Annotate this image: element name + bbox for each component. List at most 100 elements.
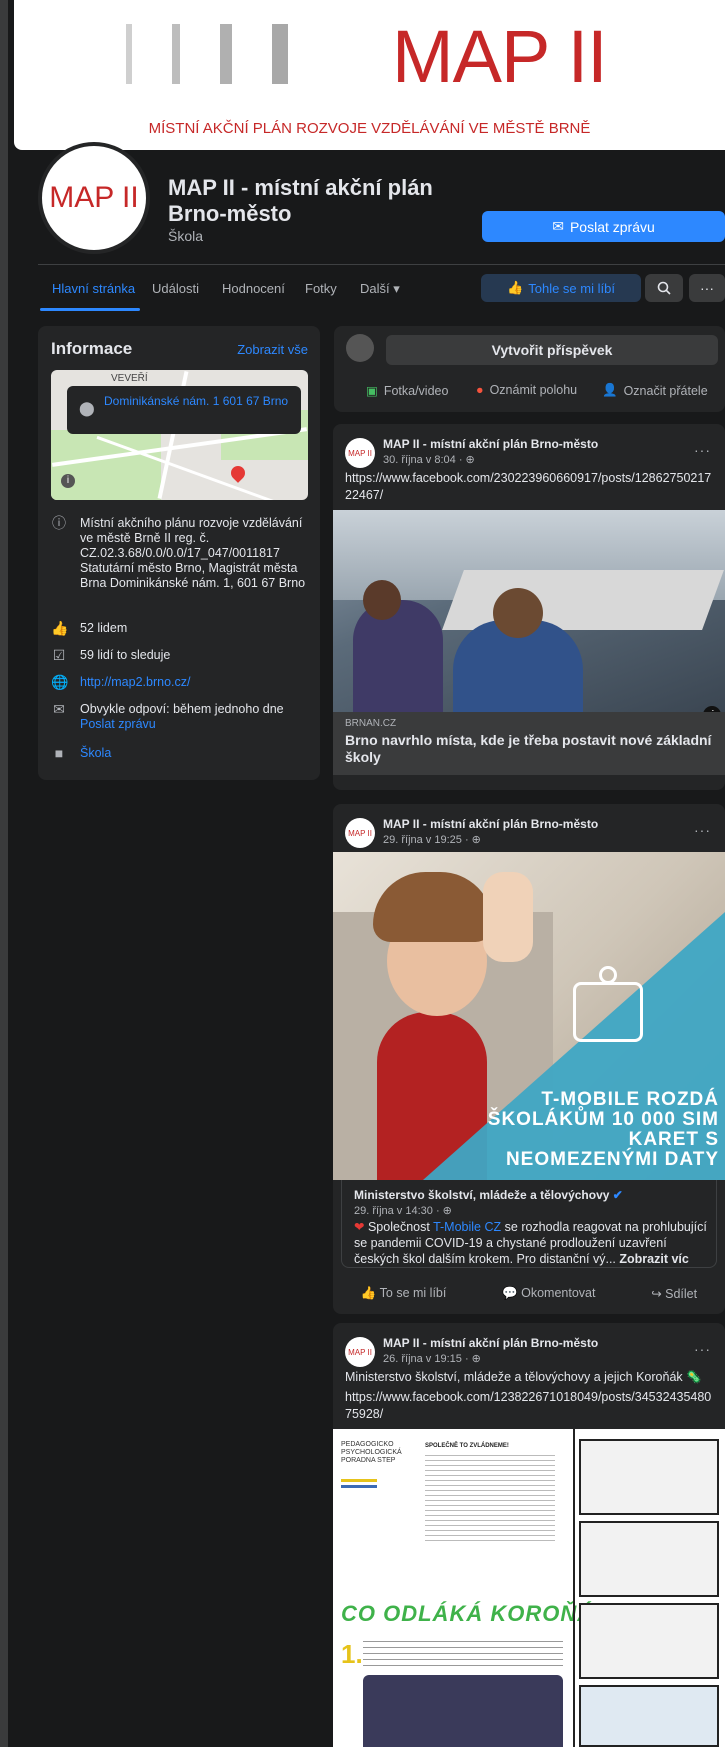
comment-label: Okomentovat (521, 1285, 596, 1300)
send-message-label: Poslat zprávu (569, 218, 655, 235)
info-icon: ⓘ (52, 515, 66, 531)
globe-icon: 🌐 (51, 674, 69, 690)
doc-header: PEDAGOGICKO PSYCHOLOGICKÁ PORADNA STEP (341, 1441, 402, 1464)
link-preview[interactable]: BRNAN.CZ Brno navrhlo místa, kde je třeb… (333, 712, 725, 775)
post-author[interactable]: MAP II - místní akční plán Brno-město (383, 1336, 598, 1350)
post-composer: Vytvořit příspěvek ▣ Fotka/video ● Oznám… (334, 326, 725, 412)
message-icon: ✉ (53, 701, 65, 717)
thumbs-up-icon: 👍 (51, 620, 69, 636)
map-address-tooltip[interactable]: ⬤ Dominikánské nám. 1 601 67 Brno (67, 386, 301, 434)
post-text: Ministerstvo školství, mládeže a tělovýc… (345, 1370, 702, 1384)
more-icon[interactable]: ··· (694, 442, 711, 458)
search-button[interactable] (645, 274, 683, 302)
post: MAP II MAP II - místní akční plán Brno-m… (333, 804, 725, 1314)
like-button[interactable]: 👍 To se mi líbí (361, 1286, 447, 1301)
apple-icon (599, 966, 617, 984)
cover-subtitle: MÍSTNÍ AKČNÍ PLÁN ROZVOJE VZDĚLÁVÁNÍ VE … (148, 120, 591, 137)
share-label: Sdílet (665, 1286, 698, 1301)
tag-friends-button[interactable]: 👤 Označit přátele (602, 383, 708, 398)
map-district-label: VEVEŘÍ (111, 373, 148, 384)
shared-author[interactable]: Ministerstvo školství, mládeže a tělovýc… (354, 1188, 623, 1202)
profile-avatar[interactable]: MAP II (38, 142, 150, 254)
location-icon: ● (476, 383, 484, 397)
post-image[interactable]: PEDAGOGICKO PSYCHOLOGICKÁ PORADNA STEP S… (333, 1429, 725, 1747)
shared-post[interactable]: Ministerstvo školství, mládeže a tělovýc… (341, 1180, 717, 1268)
tab-photos[interactable]: Fotky (305, 281, 337, 296)
like-page-button[interactable]: 👍 Tohle se mi líbí (481, 274, 641, 302)
info-description: Místní akčního plánu rozvoje vzdělávání … (80, 516, 306, 590)
shared-date[interactable]: 29. října v 14:30 · ⊕ (354, 1204, 452, 1217)
share-button[interactable]: ↪ Sdílet (651, 1286, 697, 1301)
photo-video-button[interactable]: ▣ Fotka/video (366, 383, 449, 399)
post: MAP II MAP II - místní akční plán Brno-m… (333, 424, 725, 790)
info-title: Informace (51, 339, 133, 358)
map-info-icon[interactable]: i (61, 474, 75, 488)
tab-more[interactable]: Další ▾ (360, 281, 400, 297)
search-icon (657, 281, 671, 295)
response-message-link[interactable]: Poslat zprávu (80, 717, 310, 732)
post-header: MAP II MAP II - místní akční plán Brno-m… (345, 1335, 715, 1369)
post-image[interactable]: i (333, 510, 725, 712)
thumbs-up-icon: 👍 (507, 280, 524, 295)
active-tab-indicator (40, 308, 140, 311)
post-avatar[interactable]: MAP II (345, 818, 375, 848)
share-icon: ↪ (651, 1286, 666, 1301)
map-marker-icon (228, 463, 248, 483)
post-author[interactable]: MAP II - místní akční plán Brno-město (383, 817, 598, 831)
cover-bars (126, 24, 288, 84)
page: MAP II MÍSTNÍ AKČNÍ PLÁN ROZVOJE VZDĚLÁV… (0, 0, 725, 1747)
location-map[interactable]: VEVEŘÍ ⬤ Dominikánské nám. 1 601 67 Brno… (51, 370, 308, 500)
post-avatar[interactable]: MAP II (345, 1337, 375, 1367)
cover-title: MAP II (392, 15, 608, 98)
post-image[interactable]: T-MOBILE ROZDÁ ŠKOLÁKŮM 10 000 SIM KARET… (333, 852, 725, 1180)
page-category: Škola (168, 228, 204, 244)
tag-friends-label: Označit přátele (623, 383, 708, 398)
comment-button[interactable]: 💬 Okomentovat (502, 1286, 595, 1301)
tab-home[interactable]: Hlavní stránka (52, 281, 135, 296)
check-in-label: Oznámit polohu (489, 383, 578, 397)
see-more-link[interactable]: Zobrazit víc (619, 1252, 688, 1266)
map-address: Dominikánské nám. 1 601 67 Brno (104, 394, 289, 408)
post-date[interactable]: 29. října v 19:25 · ⊕ (383, 833, 481, 846)
comment-icon: 💬 (502, 1285, 522, 1300)
like-page-label: Tohle se mi líbí (528, 280, 615, 296)
more-icon: ··· (700, 280, 714, 296)
page-title: MAP II - místní akční plán Brno-město (168, 175, 433, 226)
post-header: MAP II MAP II - místní akční plán Brno-m… (345, 436, 715, 470)
photo-icon: ▣ (366, 384, 378, 398)
post-link[interactable]: https://www.facebook.com/123822671018049… (345, 1389, 715, 1423)
cover-photo[interactable]: MAP II MÍSTNÍ AKČNÍ PLÁN ROZVOJE VZDĚLÁV… (14, 0, 725, 150)
more-icon[interactable]: ··· (694, 822, 711, 838)
post-text[interactable]: https://www.facebook.com/230223960660917… (345, 470, 715, 504)
website-link[interactable]: http://map2.brno.cz/ (80, 675, 310, 690)
shared-author-name: Ministerstvo školství, mládeže a tělovýc… (354, 1188, 610, 1202)
link-title: Brno navrhlo místa, kde je třeba postavi… (345, 732, 712, 765)
tab-events[interactable]: Události (152, 281, 199, 296)
more-options-button[interactable]: ··· (689, 274, 725, 302)
tag-people-icon: 👤 (602, 383, 618, 397)
messenger-icon: ✉ (552, 218, 564, 234)
see-all-link[interactable]: Zobrazit vše (237, 342, 308, 357)
verified-icon: ✔ (612, 1188, 623, 1202)
check-in-button[interactable]: ● Oznámit polohu (476, 383, 577, 397)
thumbs-up-icon: 👍 (360, 1285, 380, 1300)
left-border (0, 0, 8, 1747)
category-icon: ■ (54, 745, 64, 761)
post-date[interactable]: 26. října v 19:15 · ⊕ (383, 1352, 481, 1365)
heart-icon: ❤ (354, 1220, 365, 1234)
post-header: MAP II MAP II - místní akční plán Brno-m… (345, 816, 715, 850)
photo-video-label: Fotka/video (383, 383, 449, 398)
post-date[interactable]: 30. října v 8:04 · ⊕ (383, 453, 475, 466)
shared-text: ❤ Společnost T-Mobile CZ se rozhodla rea… (354, 1219, 710, 1267)
more-icon[interactable]: ··· (694, 1341, 711, 1357)
tmobile-link[interactable]: T-Mobile CZ (433, 1220, 501, 1234)
send-message-button[interactable]: ✉ Poslat zprávu (482, 211, 725, 242)
category-link[interactable]: Škola (80, 746, 310, 761)
shared-text-pre: Společnost (367, 1220, 430, 1234)
post-avatar[interactable]: MAP II (345, 438, 375, 468)
post-author[interactable]: MAP II - místní akční plán Brno-město (383, 437, 598, 451)
create-post-button[interactable]: Vytvořit příspěvek (386, 335, 718, 365)
followers-count: 59 lidí to sleduje (80, 648, 171, 662)
likes-count: 52 lidem (80, 621, 128, 635)
tab-reviews[interactable]: Hodnocení (222, 281, 285, 296)
